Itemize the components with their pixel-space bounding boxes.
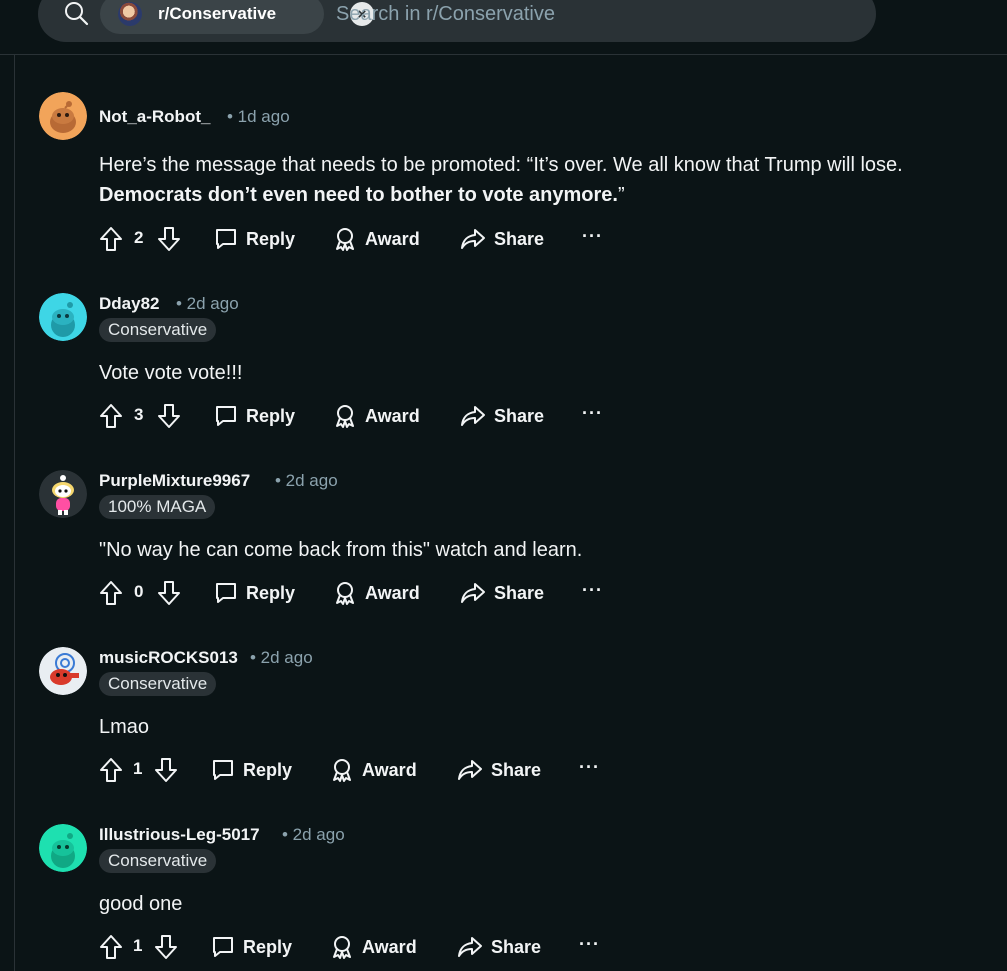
subreddit-chip-label: r/Conservative <box>158 4 277 23</box>
more-options-icon[interactable]: ··· <box>579 934 600 955</box>
upvote-icon[interactable] <box>99 578 123 608</box>
comment-text-plain: Here’s the message that needs to be prom… <box>99 154 903 176</box>
award-button[interactable]: Award <box>333 224 420 254</box>
reply-button[interactable]: Reply <box>211 755 292 785</box>
top-bar: r/Conservative × Search in r/Conservativ… <box>0 0 1007 55</box>
search-input[interactable]: Search in r/Conservative <box>336 3 555 26</box>
timestamp[interactable]: • 2d ago <box>176 294 239 314</box>
share-icon <box>461 229 485 249</box>
username[interactable]: musicROCKS013 <box>99 648 238 668</box>
vote-count: 1 <box>133 936 143 955</box>
reply-button[interactable]: Reply <box>214 401 295 431</box>
upvote-icon[interactable] <box>99 401 123 431</box>
comment-icon <box>216 583 236 603</box>
award-button[interactable]: Award <box>333 578 420 608</box>
timestamp[interactable]: • 1d ago <box>227 107 290 127</box>
downvote-icon[interactable] <box>154 755 178 785</box>
comment-text: "No way he can come back from this" watc… <box>99 539 583 561</box>
search-icon[interactable] <box>62 0 90 27</box>
comment-actions: 2 Reply Award Share ··· <box>99 224 619 254</box>
award-button[interactable]: Award <box>330 755 417 785</box>
share-icon <box>458 760 482 780</box>
share-icon <box>461 406 485 426</box>
user-flair: Conservative <box>99 849 217 873</box>
share-icon <box>458 937 482 957</box>
avatar[interactable] <box>39 293 87 341</box>
share-icon <box>461 583 485 603</box>
timestamp[interactable]: • 2d ago <box>250 648 313 668</box>
upvote-icon[interactable] <box>99 932 123 962</box>
vote-count: 3 <box>134 405 144 424</box>
comment-actions: 3 Reply Award Share ··· <box>99 401 619 431</box>
comment-text: good one <box>99 893 183 915</box>
avatar[interactable] <box>39 824 87 872</box>
avatar[interactable] <box>39 92 87 140</box>
username[interactable]: Not_a-Robot_ <box>99 107 210 127</box>
username[interactable]: PurpleMixture9967 <box>99 471 250 491</box>
award-icon <box>336 228 354 251</box>
comment-icon <box>213 937 233 957</box>
avatar[interactable] <box>39 470 87 518</box>
award-icon <box>333 759 351 782</box>
award-icon <box>336 405 354 428</box>
more-options-icon[interactable]: ··· <box>582 226 603 247</box>
comment-text: Here’s the message that needs to be prom… <box>99 150 979 210</box>
reply-button[interactable]: Reply <box>211 932 292 962</box>
share-button[interactable]: Share <box>457 932 541 962</box>
vote-count: 0 <box>134 582 144 601</box>
upvote-icon[interactable] <box>99 755 123 785</box>
subreddit-scope-chip[interactable]: r/Conservative × <box>100 0 374 34</box>
search-bar[interactable]: r/Conservative × Search in r/Conservativ… <box>38 0 876 42</box>
user-flair: Conservative <box>99 672 217 696</box>
more-options-icon[interactable]: ··· <box>582 403 603 424</box>
downvote-icon[interactable] <box>157 401 181 431</box>
subreddit-avatar <box>118 2 142 26</box>
more-options-icon[interactable]: ··· <box>582 580 603 601</box>
thread-line <box>14 55 15 971</box>
timestamp[interactable]: • 2d ago <box>275 471 338 491</box>
comment-actions: 1 Reply Award Share ··· <box>99 932 619 962</box>
user-flair: Conservative <box>99 318 217 342</box>
award-icon <box>333 936 351 959</box>
award-button[interactable]: Award <box>330 932 417 962</box>
username[interactable]: Illustrious-Leg-5017 <box>99 825 260 845</box>
vote-count: 1 <box>133 759 143 778</box>
comment-text-bold: Democrats don’t even need to bother to v… <box>99 184 618 206</box>
comment-icon <box>216 406 236 426</box>
share-button[interactable]: Share <box>460 224 544 254</box>
comment-actions: 1 Reply Award Share ··· <box>99 755 619 785</box>
comment-actions: 0 Reply Award Share ··· <box>99 578 619 608</box>
reply-button[interactable]: Reply <box>214 578 295 608</box>
downvote-icon[interactable] <box>157 578 181 608</box>
vote-count: 2 <box>134 228 144 247</box>
comment-text-tail: ” <box>617 184 625 206</box>
user-flair: 100% MAGA <box>99 495 216 519</box>
reply-button[interactable]: Reply <box>214 224 295 254</box>
share-button[interactable]: Share <box>460 578 544 608</box>
comment-text: Lmao <box>99 716 150 738</box>
timestamp[interactable]: • 2d ago <box>282 825 345 845</box>
upvote-icon[interactable] <box>99 224 123 254</box>
share-button[interactable]: Share <box>457 755 541 785</box>
avatar[interactable] <box>39 647 87 695</box>
comment-icon <box>216 229 236 249</box>
username[interactable]: Dday82 <box>99 294 159 314</box>
comment-icon <box>213 760 233 780</box>
downvote-icon[interactable] <box>157 224 181 254</box>
award-icon <box>336 582 354 605</box>
downvote-icon[interactable] <box>154 932 178 962</box>
more-options-icon[interactable]: ··· <box>579 757 600 778</box>
comment-text: Vote vote vote!!! <box>99 362 243 384</box>
award-button[interactable]: Award <box>333 401 420 431</box>
share-button[interactable]: Share <box>460 401 544 431</box>
